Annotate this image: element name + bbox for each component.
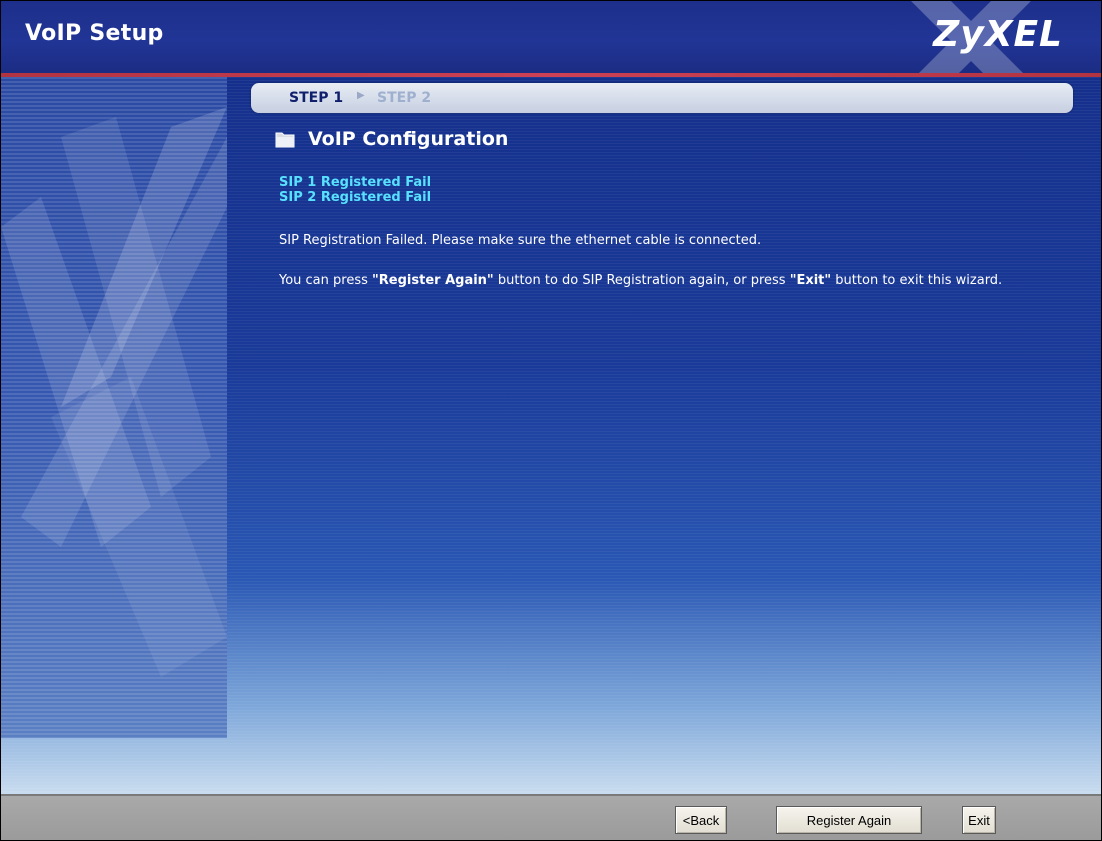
side-decoration <box>1 77 227 738</box>
folder-icon <box>275 132 295 148</box>
step-arrow-icon: ▶ <box>357 90 365 101</box>
wizard-steps-bar: STEP 1 ▶ STEP 2 <box>251 83 1073 113</box>
sip1-status: SIP 1 Registered Fail <box>279 175 432 190</box>
step-1-label: STEP 1 <box>289 90 344 106</box>
wizard-window: VoIP Setup ZyXEL STEP 1 ▶ STEP 2 VoIP Co… <box>0 0 1102 841</box>
instruction-message: You can press "Register Again" button to… <box>279 273 1079 289</box>
main-content: STEP 1 ▶ STEP 2 VoIP Configuration SIP 1… <box>1 77 1101 794</box>
section-title: VoIP Configuration <box>308 128 509 150</box>
exit-button[interactable]: Exit <box>962 806 996 834</box>
header-bar: VoIP Setup ZyXEL <box>1 1 1101 73</box>
sip2-status: SIP 2 Registered Fail <box>279 190 432 205</box>
step-2-label: STEP 2 <box>377 90 432 106</box>
register-again-button[interactable]: Register Again <box>776 806 922 834</box>
x-pattern-decoration <box>1 107 227 677</box>
registration-failed-message: SIP Registration Failed. Please make sur… <box>279 233 762 248</box>
footer-bar: <Back Register Again Exit <box>1 794 1101 840</box>
zyxel-logo: ZyXEL <box>933 14 1063 55</box>
instruction-text: button to exit this wizard. <box>831 273 1003 288</box>
register-again-reference: "Register Again" <box>372 273 494 288</box>
exit-reference: "Exit" <box>789 273 832 288</box>
instruction-text: button to do SIP Registration again, or … <box>493 273 790 288</box>
back-button[interactable]: <Back <box>675 806 727 834</box>
page-title: VoIP Setup <box>25 21 164 46</box>
instruction-text: You can press <box>279 273 373 288</box>
